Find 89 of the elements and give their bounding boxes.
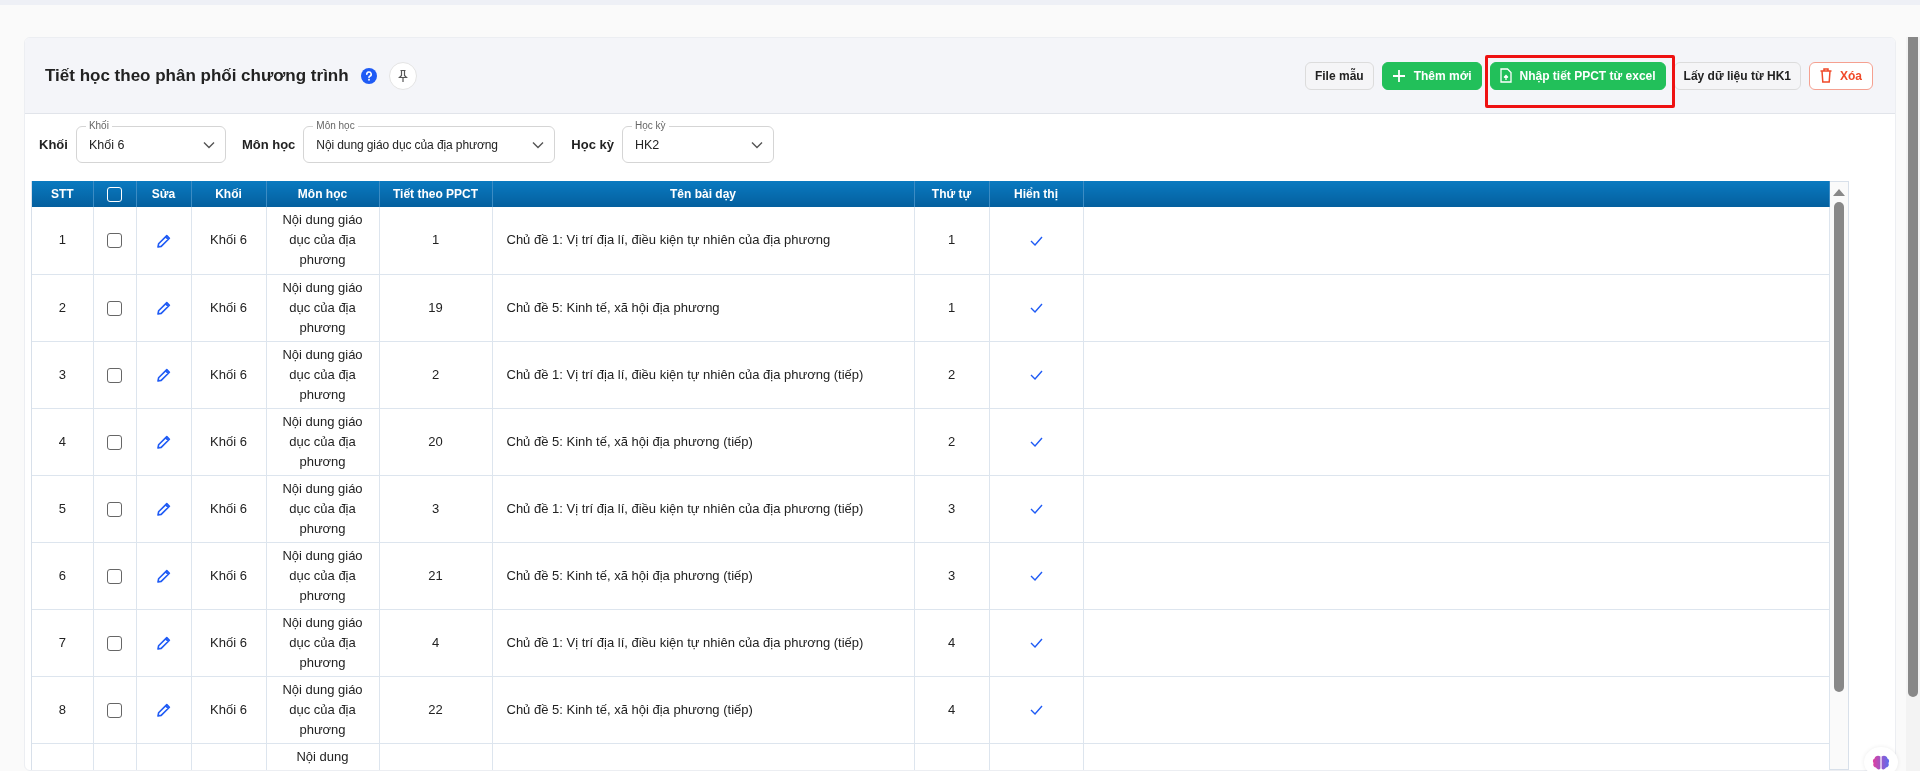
row-checkbox[interactable] bbox=[107, 568, 122, 584]
table-cell: Chủ đề 1: Vị trí địa lí, điều kiện tự nhiên của địa phương (tiếp) bbox=[506, 366, 864, 382]
table-cell: 2 bbox=[947, 433, 956, 449]
column-header[interactable]: Tên bài dạy bbox=[670, 187, 736, 201]
table-cell: Nội dung giáo dục của địa phương bbox=[282, 346, 363, 402]
floating-label: Khối bbox=[85, 120, 112, 132]
table-cell: Khối 6 bbox=[210, 500, 247, 516]
table-cell: Khối 6 bbox=[210, 701, 247, 717]
row-checkbox[interactable] bbox=[107, 233, 122, 249]
pencil-icon[interactable] bbox=[156, 301, 171, 316]
select-all-checkbox[interactable] bbox=[107, 186, 122, 202]
table-cell: 8 bbox=[58, 701, 66, 717]
table-cell: 1 bbox=[58, 232, 66, 248]
table-cell: Nội dung giáo dục của địa phương bbox=[282, 212, 363, 268]
row-checkbox[interactable] bbox=[107, 300, 122, 316]
table-cell: Nội dung giáo dục của địa phương bbox=[282, 681, 363, 737]
table-cell: Khối 6 bbox=[210, 299, 247, 315]
table-cell: Khối 6 bbox=[210, 232, 247, 248]
pencil-icon[interactable] bbox=[156, 703, 171, 718]
table-cell: Khối 6 bbox=[210, 433, 247, 449]
table-cell: 3 bbox=[947, 500, 956, 516]
table-cell: Nội dung giáo dục của địa phương bbox=[282, 547, 363, 603]
toolbar-button[interactable]: Lấy dữ liệu từ HK1 bbox=[1673, 61, 1801, 90]
table-cell: Khối 6 bbox=[210, 567, 247, 583]
help-icon[interactable] bbox=[360, 67, 377, 84]
table-cell: 1 bbox=[431, 232, 440, 248]
chevron-down-icon bbox=[750, 140, 763, 149]
plus-icon bbox=[1391, 68, 1406, 83]
page-title: Tiết học theo phân phối chương trình bbox=[45, 65, 349, 86]
pencil-icon[interactable] bbox=[156, 233, 171, 248]
table-cell: 5 bbox=[58, 500, 66, 516]
trash-icon bbox=[1820, 68, 1832, 83]
filter-label: Môn học bbox=[241, 137, 296, 152]
table-cell: Chủ đề 1: Vị trí địa lí, điều kiện tự nhiên của địa phương bbox=[506, 232, 831, 248]
filter-label: Học kỳ bbox=[571, 137, 614, 152]
table-cell: Khối 6 bbox=[210, 366, 247, 382]
chevron-down-icon bbox=[202, 140, 215, 149]
table-cell: 21 bbox=[428, 567, 443, 583]
floating-label: Môn học bbox=[313, 120, 358, 132]
table-cell: 3 bbox=[947, 567, 956, 583]
table-cell: 1 bbox=[947, 232, 956, 248]
row-checkbox[interactable] bbox=[107, 501, 122, 517]
table-cell: 2 bbox=[58, 299, 66, 315]
table-cell: 1 bbox=[947, 299, 956, 315]
table-cell: Chủ đề 5: Kinh tế, xã hội địa phương (tiếp) bbox=[506, 433, 753, 449]
table-cell: Khối 6 bbox=[210, 634, 247, 650]
table-cell: 7 bbox=[58, 634, 66, 650]
row-checkbox[interactable] bbox=[107, 702, 122, 718]
table-cell: Chủ đề 1: Vị trí địa lí, điều kiện tự nhiên của địa phương (tiếp) bbox=[506, 634, 864, 650]
filter-label: Khối bbox=[39, 137, 68, 152]
table-cell: 4 bbox=[431, 634, 440, 650]
pencil-icon[interactable] bbox=[156, 502, 171, 517]
pencil-icon[interactable] bbox=[156, 636, 171, 651]
row-checkbox[interactable] bbox=[107, 434, 122, 450]
table-cell: Chủ đề 5: Kinh tế, xã hội địa phương (tiếp) bbox=[506, 701, 753, 717]
table-cell: Nội dung giáo dục của địa phương bbox=[282, 413, 363, 469]
table-cell: Chủ đề 5: Kinh tế, xã hội địa phương (tiếp) bbox=[506, 567, 753, 583]
table-cell: 22 bbox=[428, 701, 443, 717]
floating-label: Học kỳ bbox=[631, 120, 669, 132]
column-header[interactable]: Khối bbox=[215, 187, 242, 201]
table-cell: Nội dung giáo dục của địa phương bbox=[282, 279, 363, 335]
pencil-icon[interactable] bbox=[156, 368, 171, 383]
chevron-down-icon bbox=[532, 140, 545, 149]
table-cell: 6 bbox=[58, 567, 66, 583]
pencil-icon[interactable] bbox=[156, 569, 171, 584]
table-cell: Nội dung giáo dục của địa phương bbox=[282, 614, 363, 670]
scroll-up-arrow-icon[interactable] bbox=[1833, 188, 1845, 196]
page-scrollbar[interactable] bbox=[1906, 37, 1920, 771]
table-cell: Nội dung giáo dục của địa phương bbox=[282, 480, 363, 536]
row-checkbox[interactable] bbox=[107, 367, 122, 383]
table-cell: 4 bbox=[947, 634, 956, 650]
table-cell: 3 bbox=[58, 366, 66, 382]
pin-button[interactable] bbox=[388, 61, 417, 90]
table-cell: Nội dung bbox=[296, 748, 349, 764]
file-upload-icon bbox=[1499, 68, 1512, 83]
table-cell: 19 bbox=[428, 299, 443, 315]
toolbar-button[interactable]: File mẫu bbox=[1304, 61, 1374, 90]
delete-button[interactable]: Xóa bbox=[1809, 61, 1873, 90]
table-cell: Chủ đề 1: Vị trí địa lí, điều kiện tự nhiên của địa phương (tiếp) bbox=[506, 500, 864, 516]
row-checkbox[interactable] bbox=[107, 635, 122, 651]
table-cell: 3 bbox=[431, 500, 440, 516]
table-cell: 4 bbox=[58, 433, 66, 449]
table-cell: Chủ đề 5: Kinh tế, xã hội địa phương bbox=[506, 299, 720, 315]
table-scrollbar[interactable] bbox=[1830, 181, 1849, 770]
table-cell: 4 bbox=[947, 701, 956, 717]
table-cell: 20 bbox=[428, 433, 443, 449]
table-cell: 2 bbox=[431, 366, 440, 382]
pencil-icon[interactable] bbox=[156, 435, 171, 450]
table-cell: 2 bbox=[947, 366, 956, 382]
